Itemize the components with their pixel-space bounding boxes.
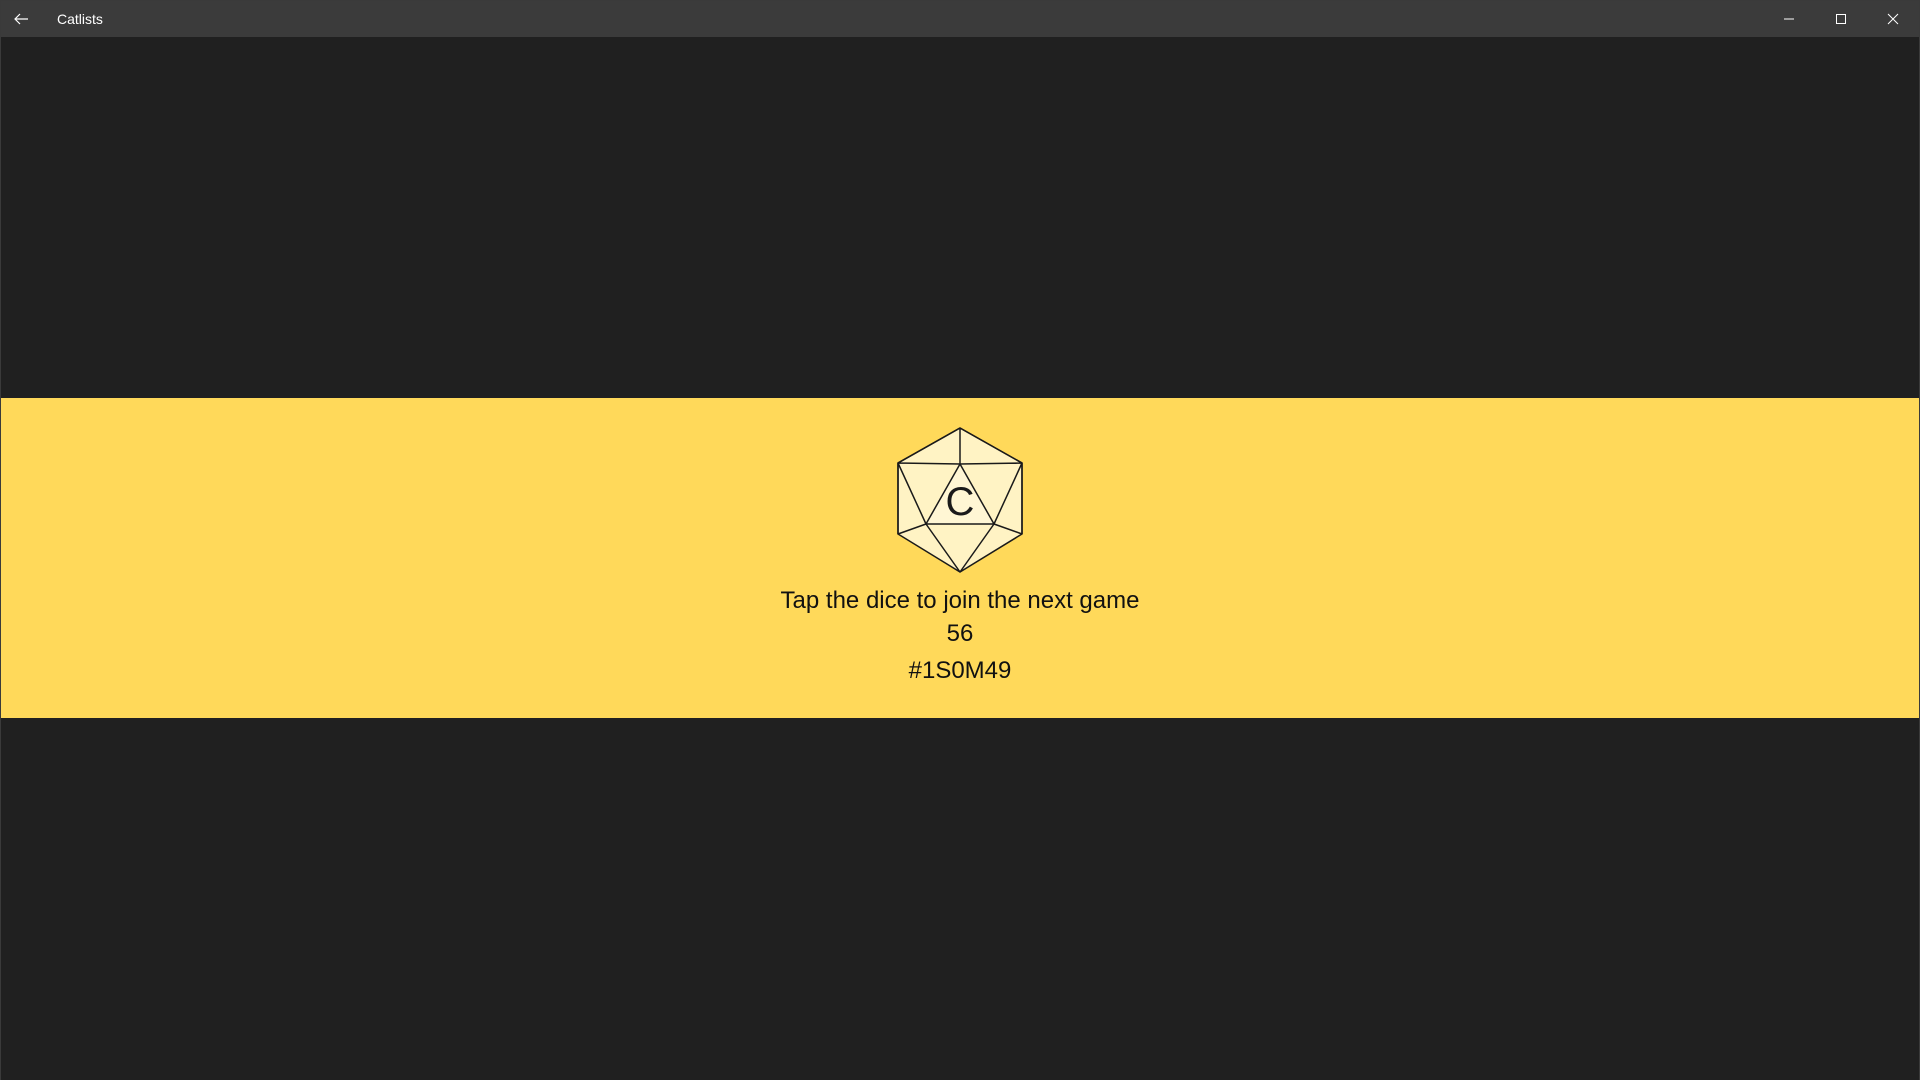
close-button[interactable] <box>1867 1 1919 37</box>
back-button[interactable] <box>1 1 41 37</box>
caption-buttons <box>1763 1 1919 37</box>
d20-dice-icon <box>897 427 1023 573</box>
back-arrow-icon <box>14 13 28 25</box>
app-window: Catlists C Tap the dice to join the next… <box>0 0 1920 1080</box>
close-icon <box>1887 13 1899 25</box>
dice-button[interactable]: C <box>895 426 1025 574</box>
maximize-button[interactable] <box>1815 1 1867 37</box>
game-banner: C Tap the dice to join the next game 56 … <box>1 398 1919 718</box>
maximize-icon <box>1836 14 1846 24</box>
minimize-button[interactable] <box>1763 1 1815 37</box>
join-prompt: Tap the dice to join the next game <box>780 587 1140 614</box>
player-count: 56 <box>946 620 974 647</box>
main-content: C Tap the dice to join the next game 56 … <box>1 37 1919 1080</box>
game-id: #1S0M49 <box>908 657 1012 684</box>
title-bar: Catlists <box>1 1 1919 37</box>
minimize-icon <box>1784 18 1794 20</box>
app-title: Catlists <box>57 11 103 27</box>
